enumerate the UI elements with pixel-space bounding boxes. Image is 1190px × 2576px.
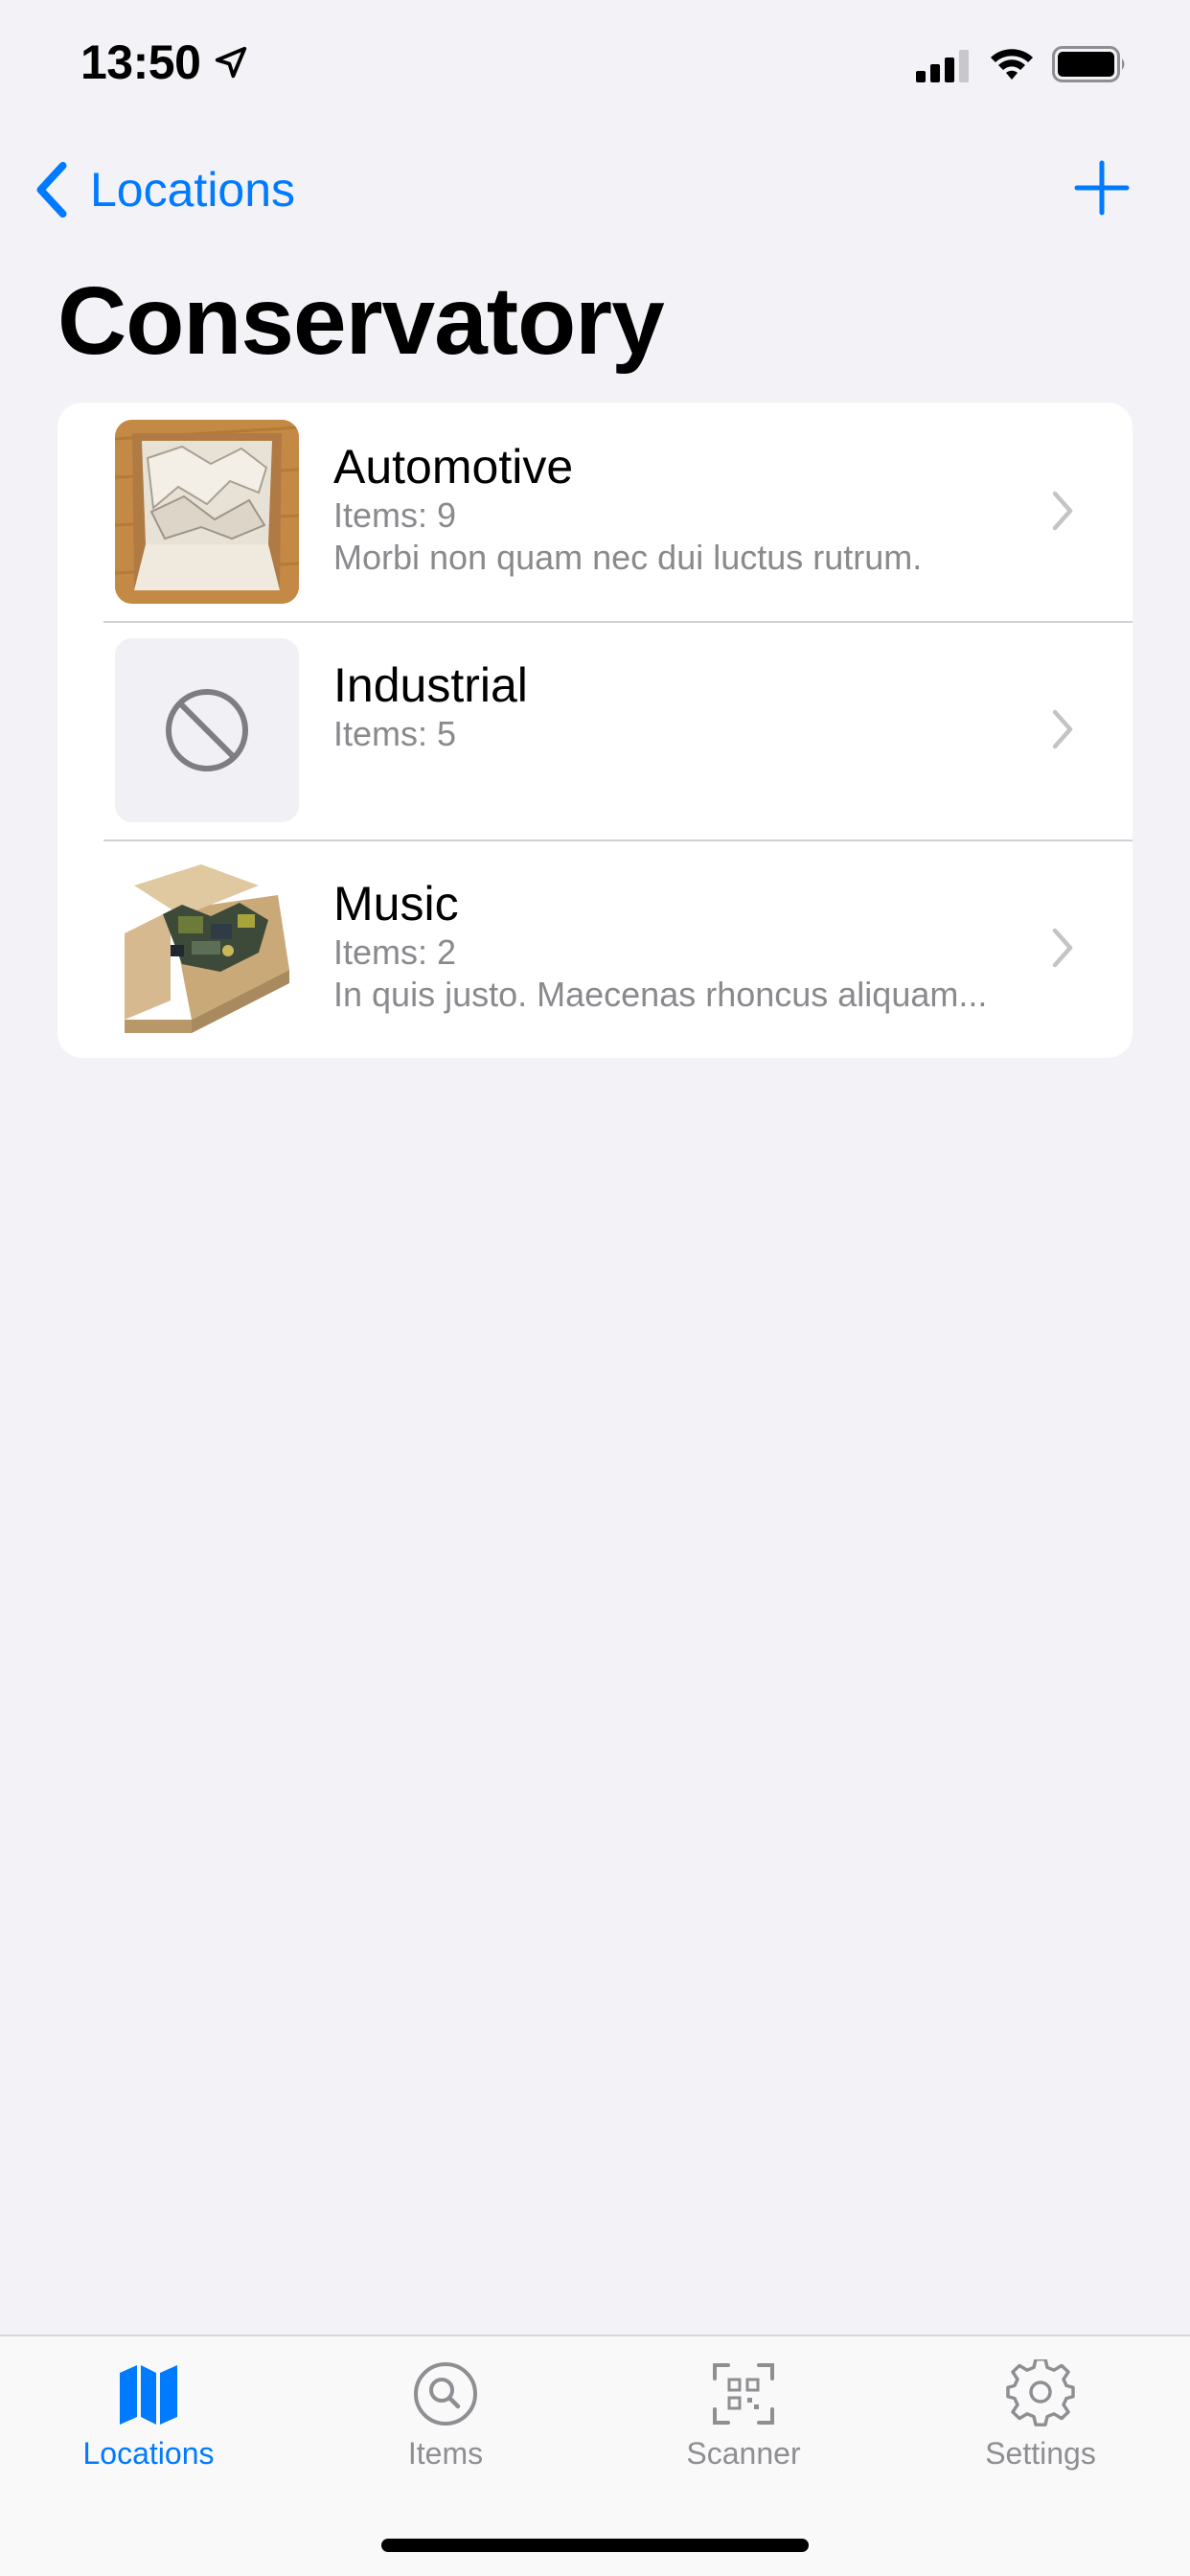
item-count: Items: 5 bbox=[333, 714, 457, 753]
app-screen: 13:50 Locations Conservatory Automotive … bbox=[0, 0, 1190, 2576]
back-label: Locations bbox=[90, 163, 296, 217]
wifi-icon bbox=[991, 49, 1033, 80]
item-title: Music bbox=[333, 877, 459, 931]
tab-settings[interactable]: Settings bbox=[935, 2359, 1146, 2494]
thumbnail-box-electronics bbox=[115, 857, 299, 1041]
list-item-industrial[interactable]: Industrial Items: 5 bbox=[57, 621, 1133, 840]
cellular-signal-icon bbox=[916, 50, 969, 82]
search-icon bbox=[414, 2362, 477, 2426]
chevron-right-icon bbox=[1052, 491, 1073, 531]
chevron-left-icon bbox=[36, 161, 67, 218]
location-arrow-icon bbox=[215, 46, 247, 79]
item-count: Items: 2 bbox=[333, 932, 457, 972]
back-button[interactable]: Locations bbox=[33, 153, 295, 226]
list-item-automotive[interactable]: Automotive Items: 9 Morbi non quam nec d… bbox=[57, 402, 1133, 621]
chevron-right-icon bbox=[1052, 928, 1073, 968]
item-title: Industrial bbox=[333, 658, 528, 712]
tab-label: Items bbox=[407, 2436, 484, 2471]
item-title: Automotive bbox=[333, 440, 574, 494]
status-time: 13:50 bbox=[80, 35, 201, 89]
battery-icon bbox=[1052, 46, 1125, 82]
tab-locations[interactable]: Locations bbox=[43, 2359, 254, 2494]
tab-items[interactable]: Items bbox=[340, 2359, 551, 2494]
page-title: Conservatory bbox=[57, 267, 665, 375]
list-item-music[interactable]: Music Items: 2 In quis justo. Maecenas r… bbox=[57, 840, 1133, 1058]
plus-icon[interactable] bbox=[1071, 157, 1133, 218]
tab-label: Settings bbox=[985, 2436, 1096, 2471]
thumbnail-box-paper bbox=[115, 420, 299, 604]
status-bar: 13:50 bbox=[0, 0, 1190, 126]
tab-scanner[interactable]: Scanner bbox=[638, 2359, 849, 2494]
item-count: Items: 9 bbox=[333, 495, 457, 535]
item-description: In quis justo. Maecenas rhoncus aliquam.… bbox=[333, 975, 988, 1014]
gear-icon bbox=[1006, 2359, 1075, 2426]
chevron-right-icon bbox=[1052, 709, 1073, 749]
map-icon bbox=[120, 2365, 177, 2425]
location-list: Automotive Items: 9 Morbi non quam nec d… bbox=[57, 402, 1133, 1058]
no-image-icon bbox=[166, 689, 248, 771]
qr-scanner-icon bbox=[713, 2363, 774, 2425]
tab-label: Locations bbox=[82, 2436, 215, 2471]
tab-label: Scanner bbox=[686, 2436, 801, 2471]
home-indicator bbox=[381, 2539, 809, 2552]
item-description: Morbi non quam nec dui luctus rutrum. bbox=[333, 538, 923, 577]
thumbnail-placeholder bbox=[115, 638, 299, 822]
